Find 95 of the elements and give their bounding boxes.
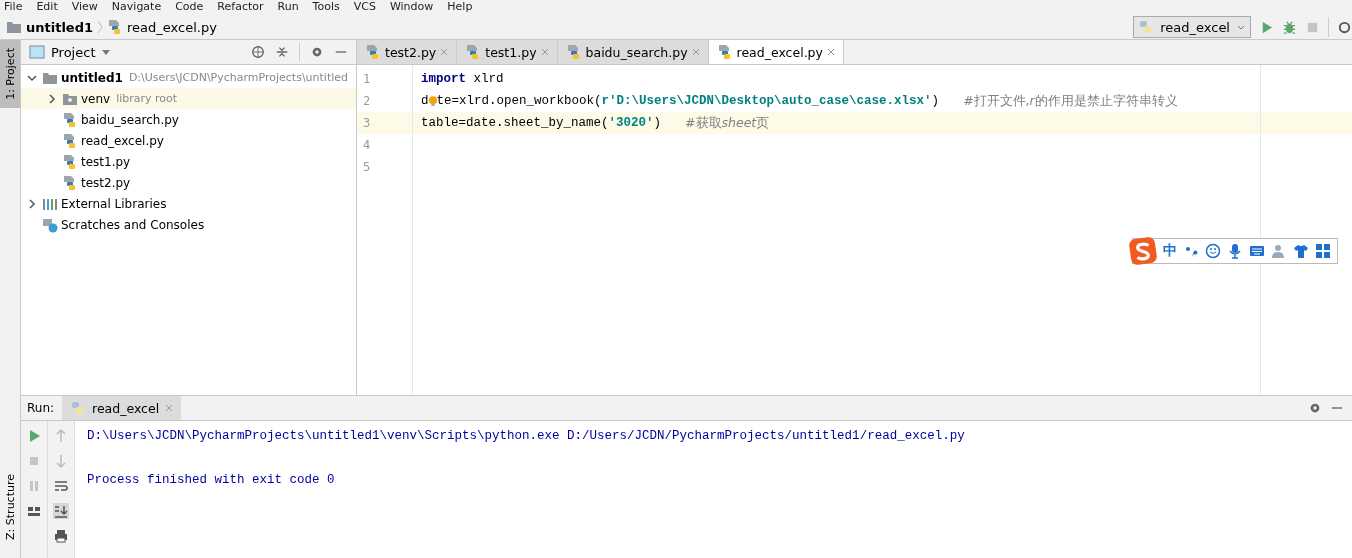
keyboard-icon[interactable] [1249, 243, 1265, 259]
tree-item[interactable]: test1.py [21, 151, 356, 172]
python-file-icon [716, 44, 733, 60]
search-icon[interactable] [1337, 19, 1352, 35]
line-number: 2 [362, 93, 372, 110]
tree-label: untitled1 [61, 70, 123, 85]
menu-item[interactable]: Window [389, 0, 434, 15]
menu-item[interactable]: Navigate [111, 0, 162, 15]
locate-icon[interactable] [251, 45, 265, 59]
scratches-icon [42, 216, 58, 233]
code-comment: 页 [756, 114, 770, 132]
tree-item[interactable]: baidu_search.py [21, 109, 356, 130]
menu-item[interactable]: Edit [36, 0, 58, 15]
tree-label: baidu_search.py [81, 112, 179, 127]
code-comment: r [1029, 92, 1035, 110]
python-file-icon [565, 44, 582, 60]
tree-label: test2.py [81, 175, 131, 190]
tree-label: read_excel.py [81, 133, 164, 148]
menu-item[interactable]: Refactor [217, 0, 264, 15]
chevron-icon [97, 20, 104, 34]
breadcrumb-item[interactable]: untitled1 [26, 19, 94, 35]
code-comment: sheet [721, 114, 757, 132]
expanded-chevron-icon[interactable] [27, 72, 37, 83]
window-icon [29, 44, 45, 60]
file-tab[interactable]: baidu_search.py [557, 40, 709, 64]
code-text: te=xlrd.open_workbook( [436, 93, 602, 110]
code-comment: #获取 [685, 114, 722, 132]
tree-item[interactable]: test2.py [21, 172, 356, 193]
code-text: d [421, 93, 429, 110]
collapsed-chevron-icon[interactable] [47, 93, 57, 104]
settings-icon[interactable] [310, 45, 324, 59]
code-string: r'D:\Users\JCDN\Desktop\auto_case\case.xlsx' [601, 93, 932, 110]
code-comment: 的作用是禁止字符串转义 [1034, 92, 1178, 110]
python-file-icon [62, 174, 78, 191]
console-output: D:\Users\JCDN\PycharmProjects\untitled1\venv\Scripts\python.exe D:/Users/JCDN/PycharmProjects/untitled1/read_excel.py [87, 429, 965, 443]
tree-item[interactable]: read_excel.py [21, 130, 356, 151]
tree-item[interactable]: External Libraries [21, 193, 356, 214]
menu-item[interactable]: Code [175, 0, 204, 15]
console-output: Process finished with exit code 0 [87, 473, 335, 487]
line-number: 4 [362, 137, 372, 154]
code-text: table=date.sheet_by_name( [421, 115, 609, 132]
run-label: Run: [27, 401, 55, 415]
code-text: xlrd [472, 71, 504, 88]
collapsed-chevron-icon[interactable] [27, 198, 37, 209]
tree-label: Scratches and Consoles [61, 217, 205, 232]
smiley-icon[interactable] [1205, 243, 1221, 259]
scroll-to-end-icon[interactable] [53, 503, 69, 519]
tree-hint: library root [116, 92, 178, 105]
tree-label: External Libraries [61, 196, 167, 211]
tree-item[interactable]: Scratches and Consoles [21, 214, 356, 235]
run-configuration-dropdown[interactable]: read_excel [1133, 16, 1251, 38]
tree-label: venv [81, 91, 111, 106]
menu-item[interactable]: Help [447, 0, 473, 15]
microphone-icon[interactable] [1227, 243, 1243, 259]
user-icon[interactable] [1271, 243, 1287, 259]
menu-item[interactable]: VCS [353, 0, 376, 15]
python-file-icon [62, 153, 78, 170]
python-file-icon [62, 132, 78, 149]
grid-icon[interactable] [1315, 243, 1331, 259]
chinese-mode-toggle[interactable]: 中 [1163, 242, 1177, 260]
tool-window-tab[interactable]: Z: Structure [0, 466, 20, 548]
shirt-icon[interactable] [1293, 243, 1309, 259]
run-tab[interactable]: read_excel [62, 396, 182, 420]
line-number: 5 [362, 159, 372, 176]
menu-item[interactable]: View [71, 0, 98, 15]
code-keyword: import [421, 71, 466, 88]
tree-item[interactable]: venv library root [21, 88, 356, 109]
settings-icon[interactable] [1308, 401, 1322, 415]
project-view-dropdown[interactable]: Project [29, 44, 112, 60]
file-tab[interactable]: read_excel.py [708, 40, 844, 64]
line-number: 3 [357, 112, 412, 134]
python-file-icon [62, 111, 78, 128]
collapse-icon[interactable] [275, 45, 289, 59]
tool-window-tab[interactable]: 1: Project [0, 40, 20, 108]
code-text: ) [653, 115, 662, 132]
folder-icon [6, 19, 22, 35]
close-icon[interactable] [826, 48, 835, 56]
file-tab[interactable]: test2.py [357, 40, 458, 64]
print-icon[interactable] [53, 528, 69, 544]
code-comment: #打开文件, [963, 92, 1030, 110]
bug-icon[interactable] [1282, 19, 1297, 35]
code-text: ) [931, 93, 940, 110]
menu-item[interactable]: File [4, 0, 23, 15]
breadcrumb-item[interactable]: read_excel.py [127, 19, 217, 35]
file-tab[interactable]: test1.py [457, 40, 558, 64]
tree-label: test1.py [81, 154, 131, 169]
tree-hint: D:\Users\JCDN\PycharmProjects\untitled [128, 71, 349, 84]
tree-item[interactable]: untitled1 D:\Users\JCDN\PycharmProjects\untitled [21, 67, 356, 88]
soft-wrap-icon[interactable] [53, 478, 69, 494]
code-string: '3020' [608, 115, 654, 132]
python-file-icon [365, 44, 381, 60]
line-number: 1 [362, 71, 372, 88]
caret-icon [101, 47, 112, 57]
menu-item[interactable]: Tools [312, 0, 340, 15]
menu-item[interactable]: Run [277, 0, 299, 15]
